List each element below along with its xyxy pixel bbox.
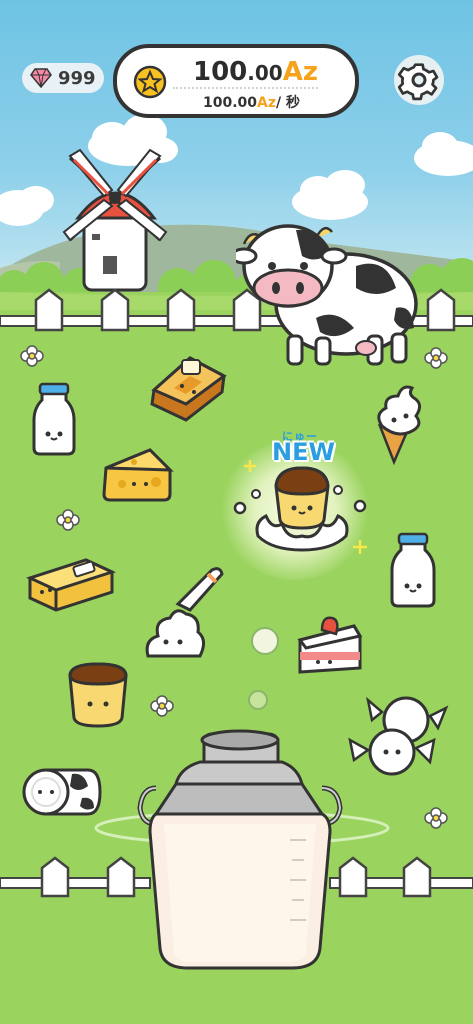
- whipped-cream[interactable]: [142, 560, 230, 662]
- new-pudding-splash[interactable]: [232, 460, 372, 564]
- strawberry-shortcake[interactable]: [296, 612, 364, 676]
- game-scene: にゅー NEW 999 100.00Az 100.00Az/ 秒: [0, 0, 473, 1024]
- gem-counter[interactable]: 999: [22, 63, 104, 93]
- butter-block[interactable]: [26, 554, 116, 614]
- milk-bottle-small[interactable]: [30, 380, 78, 456]
- currency-divider: [173, 87, 318, 89]
- star-coin-icon: [133, 65, 167, 99]
- currency-decimal: .00: [247, 61, 283, 85]
- currency-rate: 100.00Az/ 秒: [203, 92, 300, 112]
- currency-unit: Az: [282, 57, 318, 87]
- honey-toast[interactable]: [146, 352, 228, 424]
- gem-count: 999: [58, 67, 96, 89]
- gem-icon: [30, 68, 52, 88]
- cheese-wedge[interactable]: [100, 446, 174, 506]
- pudding-cup[interactable]: [66, 660, 130, 728]
- currency-int: 100: [193, 57, 248, 87]
- currency-panel: 100.00Az 100.00Az/ 秒: [113, 44, 359, 118]
- milk-droplets: [248, 627, 279, 710]
- milk-can[interactable]: [92, 728, 392, 974]
- milk-bottle-large[interactable]: [388, 530, 438, 608]
- gear-icon[interactable]: [393, 54, 445, 106]
- rate-suffix: / 秒: [276, 95, 301, 111]
- cow[interactable]: [236, 208, 422, 370]
- rate-unit: Az: [257, 95, 277, 111]
- currency-amount: 100.00Az: [193, 57, 318, 87]
- roll-cake[interactable]: [22, 764, 102, 820]
- ice-cream-cone[interactable]: [368, 382, 428, 466]
- rate-value: 100.00: [203, 95, 258, 111]
